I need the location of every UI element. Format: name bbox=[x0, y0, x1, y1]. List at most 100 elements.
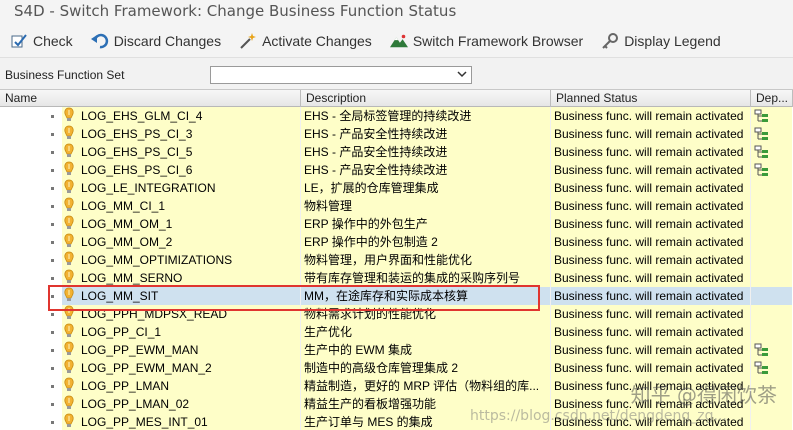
tree-bullet-icon bbox=[51, 295, 54, 298]
name-cell[interactable]: LOG_LE_INTEGRATION bbox=[62, 179, 301, 197]
dependency-tree-icon[interactable] bbox=[754, 127, 770, 143]
business-function-set-dropdown[interactable] bbox=[210, 66, 472, 84]
table-row[interactable]: LOG_LE_INTEGRATION LE，扩展的仓库管理集成 Business f… bbox=[0, 179, 793, 197]
dependencies-cell[interactable] bbox=[751, 107, 793, 125]
table-row[interactable]: LOG_EHS_GLM_CI_4 EHS - 全局标签管理的持续改进 Busines… bbox=[0, 107, 793, 125]
description-cell: 物料管理，用户界面和性能优化 bbox=[301, 251, 551, 269]
dependency-tree-icon[interactable] bbox=[754, 109, 770, 125]
planned-status-cell[interactable]: Business func. will remain activated bbox=[551, 287, 751, 305]
lightbulb-icon bbox=[62, 413, 78, 430]
dependencies-cell[interactable] bbox=[751, 359, 793, 377]
planned-status-cell[interactable]: Business func. will remain activated bbox=[551, 125, 751, 143]
planned-status-cell[interactable]: Business func. will remain activated bbox=[551, 215, 751, 233]
planned-status-cell[interactable]: Business func. will remain activated bbox=[551, 161, 751, 179]
table-row[interactable]: LOG_PPH_MDPSX_READ 物料需求计划的性能优化 Business fu… bbox=[0, 305, 793, 323]
business-function-name: LOG_PP_LMAN_02 bbox=[81, 397, 190, 411]
column-header-name[interactable]: Name bbox=[0, 90, 301, 107]
dependency-tree-icon[interactable] bbox=[754, 163, 770, 179]
table-row[interactable]: LOG_EHS_PS_CI_5 EHS - 产品安全性持续改进 Business f… bbox=[0, 143, 793, 161]
display-legend-button[interactable]: Display Legend bbox=[601, 28, 721, 54]
dependency-tree-icon[interactable] bbox=[754, 343, 770, 359]
tree-bullet-icon bbox=[51, 403, 54, 406]
name-cell[interactable]: LOG_EHS_PS_CI_3 bbox=[62, 125, 301, 143]
column-header-description[interactable]: Description bbox=[301, 90, 551, 107]
activate-changes-button[interactable]: Activate Changes bbox=[239, 28, 372, 54]
dependencies-cell[interactable] bbox=[751, 251, 793, 269]
name-cell[interactable]: LOG_MM_OPTIMIZATIONS bbox=[62, 251, 301, 269]
name-cell[interactable]: LOG_PP_CI_1 bbox=[62, 323, 301, 341]
tree-bullet-icon bbox=[51, 421, 54, 424]
table-row[interactable]: LOG_PP_CI_1 生产优化 Business func. will remai… bbox=[0, 323, 793, 341]
table-row[interactable]: LOG_EHS_PS_CI_3 EHS - 产品安全性持续改进 Business f… bbox=[0, 125, 793, 143]
switch-framework-browser-button[interactable]: Switch Framework Browser bbox=[389, 28, 583, 54]
dependencies-cell[interactable] bbox=[751, 233, 793, 251]
business-function-name: LOG_MM_OM_2 bbox=[81, 235, 173, 249]
planned-status-cell[interactable]: Business func. will remain activated bbox=[551, 305, 751, 323]
name-cell[interactable]: LOG_MM_CI_1 bbox=[62, 197, 301, 215]
planned-status-cell[interactable]: Business func. will remain activated bbox=[551, 233, 751, 251]
planned-status-cell[interactable]: Business func. will remain activated bbox=[551, 107, 751, 125]
tree-bullet-icon bbox=[51, 259, 54, 262]
discard-changes-button[interactable]: Discard Changes bbox=[90, 28, 221, 54]
table-row[interactable]: LOG_EHS_PS_CI_6 EHS - 产品安全性持续改进 Business f… bbox=[0, 161, 793, 179]
name-cell[interactable]: LOG_MM_SIT bbox=[62, 287, 301, 305]
dependencies-cell[interactable] bbox=[751, 341, 793, 359]
tree-indent bbox=[0, 215, 62, 233]
table-row[interactable]: LOG_MM_SERNO 带有库存管理和装运的集成的采购序列号 Business f… bbox=[0, 269, 793, 287]
dependencies-cell[interactable] bbox=[751, 197, 793, 215]
check-button[interactable]: Check bbox=[10, 28, 73, 54]
dependencies-cell[interactable] bbox=[751, 215, 793, 233]
name-cell[interactable]: LOG_MM_OM_1 bbox=[62, 215, 301, 233]
window-title: S4D - Switch Framework: Change Business … bbox=[0, 0, 793, 24]
description-cell: 精益制造，更好的 MRP 评估（物料组的库... bbox=[301, 377, 551, 395]
dependencies-cell[interactable] bbox=[751, 143, 793, 161]
planned-status-cell[interactable]: Business func. will remain activated bbox=[551, 251, 751, 269]
business-function-name: LOG_LE_INTEGRATION bbox=[81, 181, 216, 195]
dependency-tree-icon[interactable] bbox=[754, 145, 770, 161]
planned-status-cell[interactable]: Business func. will remain activated bbox=[551, 269, 751, 287]
tree-indent bbox=[0, 125, 62, 143]
planned-status-cell[interactable]: Business func. will remain activated bbox=[551, 197, 751, 215]
name-cell[interactable]: LOG_PP_EWM_MAN_2 bbox=[62, 359, 301, 377]
dependencies-cell[interactable] bbox=[751, 323, 793, 341]
tree-bullet-icon bbox=[51, 133, 54, 136]
dependencies-cell[interactable] bbox=[751, 305, 793, 323]
dependencies-cell[interactable] bbox=[751, 125, 793, 143]
watermark: 知乎 @得闲饮茶 bbox=[630, 383, 777, 407]
table-row[interactable]: LOG_MM_SIT MM，在途库存和实际成本核算 Business func. w… bbox=[0, 287, 793, 305]
name-cell[interactable]: LOG_EHS_PS_CI_6 bbox=[62, 161, 301, 179]
description-cell: 制造中的高级仓库管理集成 2 bbox=[301, 359, 551, 377]
business-function-name: LOG_PP_EWM_MAN bbox=[81, 343, 199, 357]
dependency-tree-icon[interactable] bbox=[754, 361, 770, 377]
name-cell[interactable]: LOG_PP_EWM_MAN bbox=[62, 341, 301, 359]
table-row[interactable]: LOG_PP_EWM_MAN 生产中的 EWM 集成 Business func. … bbox=[0, 341, 793, 359]
tree-indent bbox=[0, 143, 62, 161]
name-cell[interactable]: LOG_PP_LMAN bbox=[62, 377, 301, 395]
name-cell[interactable]: LOG_PP_LMAN_02 bbox=[62, 395, 301, 413]
dependencies-cell[interactable] bbox=[751, 413, 793, 430]
planned-status-cell[interactable]: Business func. will remain activated bbox=[551, 323, 751, 341]
name-cell[interactable]: LOG_EHS_GLM_CI_4 bbox=[62, 107, 301, 125]
column-header-dependencies[interactable]: Dep... bbox=[751, 90, 793, 107]
table-row[interactable]: LOG_MM_CI_1 物料管理 Business func. will remai… bbox=[0, 197, 793, 215]
table-row[interactable]: LOG_MM_OM_1 ERP 操作中的外包生产 Business func. wi… bbox=[0, 215, 793, 233]
dependencies-cell[interactable] bbox=[751, 179, 793, 197]
planned-status-cell[interactable]: Business func. will remain activated bbox=[551, 179, 751, 197]
table-row[interactable]: LOG_MM_OPTIMIZATIONS 物料管理，用户界面和性能优化 Busine… bbox=[0, 251, 793, 269]
dependencies-cell[interactable] bbox=[751, 269, 793, 287]
planned-status-cell[interactable]: Business func. will remain activated bbox=[551, 359, 751, 377]
planned-status-cell[interactable]: Business func. will remain activated bbox=[551, 143, 751, 161]
description-cell: 生产中的 EWM 集成 bbox=[301, 341, 551, 359]
table-row[interactable]: LOG_MM_OM_2 ERP 操作中的外包制造 2 Business func. … bbox=[0, 233, 793, 251]
name-cell[interactable]: LOG_PPH_MDPSX_READ bbox=[62, 305, 301, 323]
description-cell: LE，扩展的仓库管理集成 bbox=[301, 179, 551, 197]
column-header-planned-status[interactable]: Planned Status bbox=[551, 90, 751, 107]
name-cell[interactable]: LOG_MM_SERNO bbox=[62, 269, 301, 287]
name-cell[interactable]: LOG_EHS_PS_CI_5 bbox=[62, 143, 301, 161]
table-row[interactable]: LOG_PP_EWM_MAN_2 制造中的高级仓库管理集成 2 Business f… bbox=[0, 359, 793, 377]
dependencies-cell[interactable] bbox=[751, 161, 793, 179]
name-cell[interactable]: LOG_MM_OM_2 bbox=[62, 233, 301, 251]
dependencies-cell[interactable] bbox=[751, 287, 793, 305]
name-cell[interactable]: LOG_PP_MES_INT_01 bbox=[62, 413, 301, 430]
planned-status-cell[interactable]: Business func. will remain activated bbox=[551, 341, 751, 359]
